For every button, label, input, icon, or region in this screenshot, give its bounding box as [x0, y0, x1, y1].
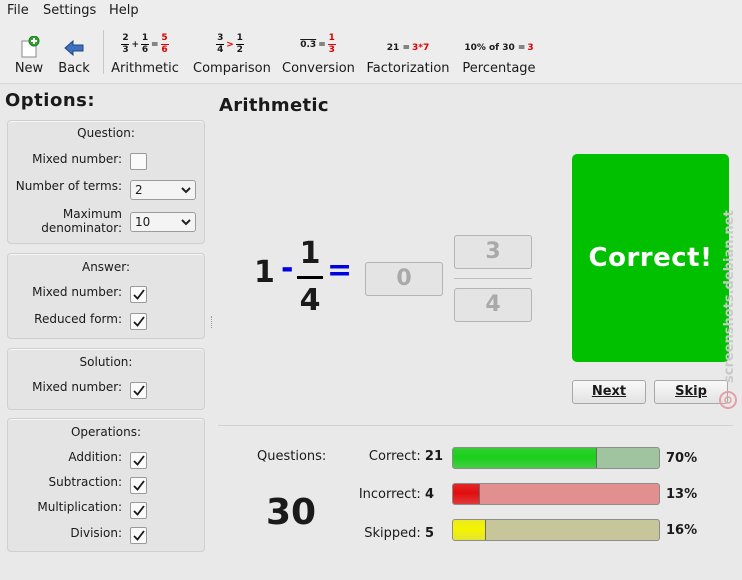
arithmetic-icon: 23 + 16 = 56: [121, 33, 169, 55]
number-of-terms-value: 2: [135, 183, 143, 197]
new-document-icon: [21, 36, 40, 58]
correct-percent: 70%: [666, 451, 698, 466]
percentage-label: Percentage: [462, 61, 536, 76]
checkmark-icon: [133, 480, 145, 491]
incorrect-percent: 13%: [666, 487, 698, 502]
task-whole-number: 1: [254, 255, 275, 290]
answer-denominator-input[interactable]: 4: [454, 288, 532, 322]
incorrect-stat-label: Incorrect: 4: [358, 487, 434, 502]
answer-group: Answer: Mixed number: Reduced form:: [7, 253, 205, 339]
page-title: Arithmetic: [219, 95, 329, 116]
division-label: Division:: [70, 526, 122, 540]
arithmetic-button[interactable]: 23 + 16 = 56 Arithmetic: [109, 26, 181, 80]
next-button[interactable]: Next: [572, 380, 646, 404]
max-denominator-label: Maximum denominator:: [41, 207, 122, 235]
subtraction-checkbox[interactable]: [130, 477, 147, 494]
reduced-form-label: Reduced form:: [34, 312, 122, 326]
number-of-terms-label: Number of terms:: [15, 179, 122, 193]
task-numerator: 1: [299, 236, 321, 271]
max-denominator-value: 10: [135, 215, 151, 229]
conversion-label: Conversion: [282, 61, 355, 76]
answer-fraction-bar: [454, 278, 532, 279]
answer-whole-input[interactable]: 0: [365, 262, 443, 296]
watermark: screenshots.debian.net: [716, 175, 740, 415]
checkmark-icon: [133, 385, 145, 396]
skipped-progress-fill: [453, 520, 486, 540]
result-correct-box: Correct!: [572, 154, 729, 362]
reduced-form-checkbox[interactable]: [130, 313, 147, 330]
solution-mixed-number-label: Mixed number:: [32, 380, 122, 394]
operations-group: Operations: Addition: Subtraction: Multi…: [7, 418, 205, 552]
debian-swirl-icon: [719, 391, 737, 409]
question-group-title: Question:: [77, 126, 135, 140]
comparison-icon: 34 > 12: [216, 33, 244, 55]
skipped-progress-bar: [452, 519, 660, 541]
chevron-down-icon: [181, 219, 191, 226]
multiplication-checkbox[interactable]: [130, 502, 147, 519]
checkmark-icon: [133, 530, 145, 541]
task-fraction-bar: [297, 276, 323, 279]
correct-progress-bar: [452, 447, 660, 469]
back-label: Back: [58, 61, 90, 76]
skipped-percent: 16%: [666, 523, 698, 538]
addition-checkbox[interactable]: [130, 452, 147, 469]
checkmark-icon: [133, 455, 145, 466]
percentage-icon: 10% of 30 = 3: [464, 43, 534, 53]
comparison-button[interactable]: 34 > 12 Comparison: [193, 26, 271, 80]
toolbar-separator: [103, 30, 104, 74]
menu-file[interactable]: File: [7, 3, 29, 18]
solution-group-title: Solution:: [79, 355, 133, 369]
answer-numerator-input[interactable]: 3: [454, 235, 532, 269]
addition-label: Addition:: [68, 450, 122, 464]
new-label: New: [14, 61, 44, 76]
task-operator: -: [281, 251, 294, 286]
question-mixed-number-label: Mixed number:: [32, 152, 122, 166]
back-arrow-icon: [64, 39, 84, 57]
splitter-handle[interactable]: [211, 316, 214, 328]
comparison-label: Comparison: [193, 61, 271, 76]
operations-group-title: Operations:: [70, 425, 141, 439]
multiplication-label: Multiplication:: [37, 500, 122, 514]
chevron-down-icon: [181, 187, 191, 194]
checkmark-icon: [133, 505, 145, 516]
back-button[interactable]: Back: [55, 26, 93, 80]
division-checkbox[interactable]: [130, 527, 147, 544]
checkmark-icon: [133, 316, 145, 327]
incorrect-progress-bar: [452, 483, 660, 505]
incorrect-progress-fill: [453, 484, 480, 504]
watermark-text: screenshots.debian.net: [722, 210, 737, 383]
max-denominator-select[interactable]: 10: [130, 212, 196, 232]
stats-separator: [218, 425, 733, 426]
answer-group-title: Answer:: [81, 260, 131, 274]
task-denominator: 4: [299, 283, 321, 318]
correct-progress-fill: [453, 448, 598, 468]
correct-stat-label: Correct: 21: [368, 449, 443, 464]
menubar: File Settings Help: [0, 0, 742, 22]
number-of-terms-select[interactable]: 2: [130, 180, 196, 200]
options-title: Options:: [5, 90, 96, 111]
percentage-button[interactable]: 10% of 30 = 3 Percentage: [462, 26, 536, 80]
answer-mixed-number-label: Mixed number:: [32, 285, 122, 299]
menu-settings[interactable]: Settings: [43, 3, 96, 18]
answer-mixed-number-checkbox[interactable]: [130, 286, 147, 303]
menu-help[interactable]: Help: [109, 3, 139, 18]
factorization-label: Factorization: [366, 61, 450, 76]
conversion-icon: 0.3 = 13: [300, 33, 336, 55]
solution-mixed-number-checkbox[interactable]: [130, 382, 147, 399]
solution-group: Solution: Mixed number:: [7, 348, 205, 410]
factorization-icon: 21 = 3*7: [386, 43, 430, 53]
question-mixed-number-checkbox[interactable]: [130, 153, 147, 170]
skipped-stat-label: Skipped: 5: [364, 526, 434, 541]
toolbar: New Back 23 + 16 = 56 Arithmetic 34 > 12…: [0, 22, 742, 84]
factorization-button[interactable]: 21 = 3*7 Factorization: [366, 26, 450, 80]
new-button[interactable]: New: [10, 26, 48, 80]
task-equals: =: [327, 253, 353, 288]
subtraction-label: Subtraction:: [48, 475, 122, 489]
conversion-button[interactable]: 0.3 = 13 Conversion: [282, 26, 355, 80]
checkmark-icon: [133, 289, 145, 300]
arithmetic-label: Arithmetic: [111, 61, 179, 76]
question-group: Question: Mixed number: Number of terms:…: [7, 120, 205, 244]
